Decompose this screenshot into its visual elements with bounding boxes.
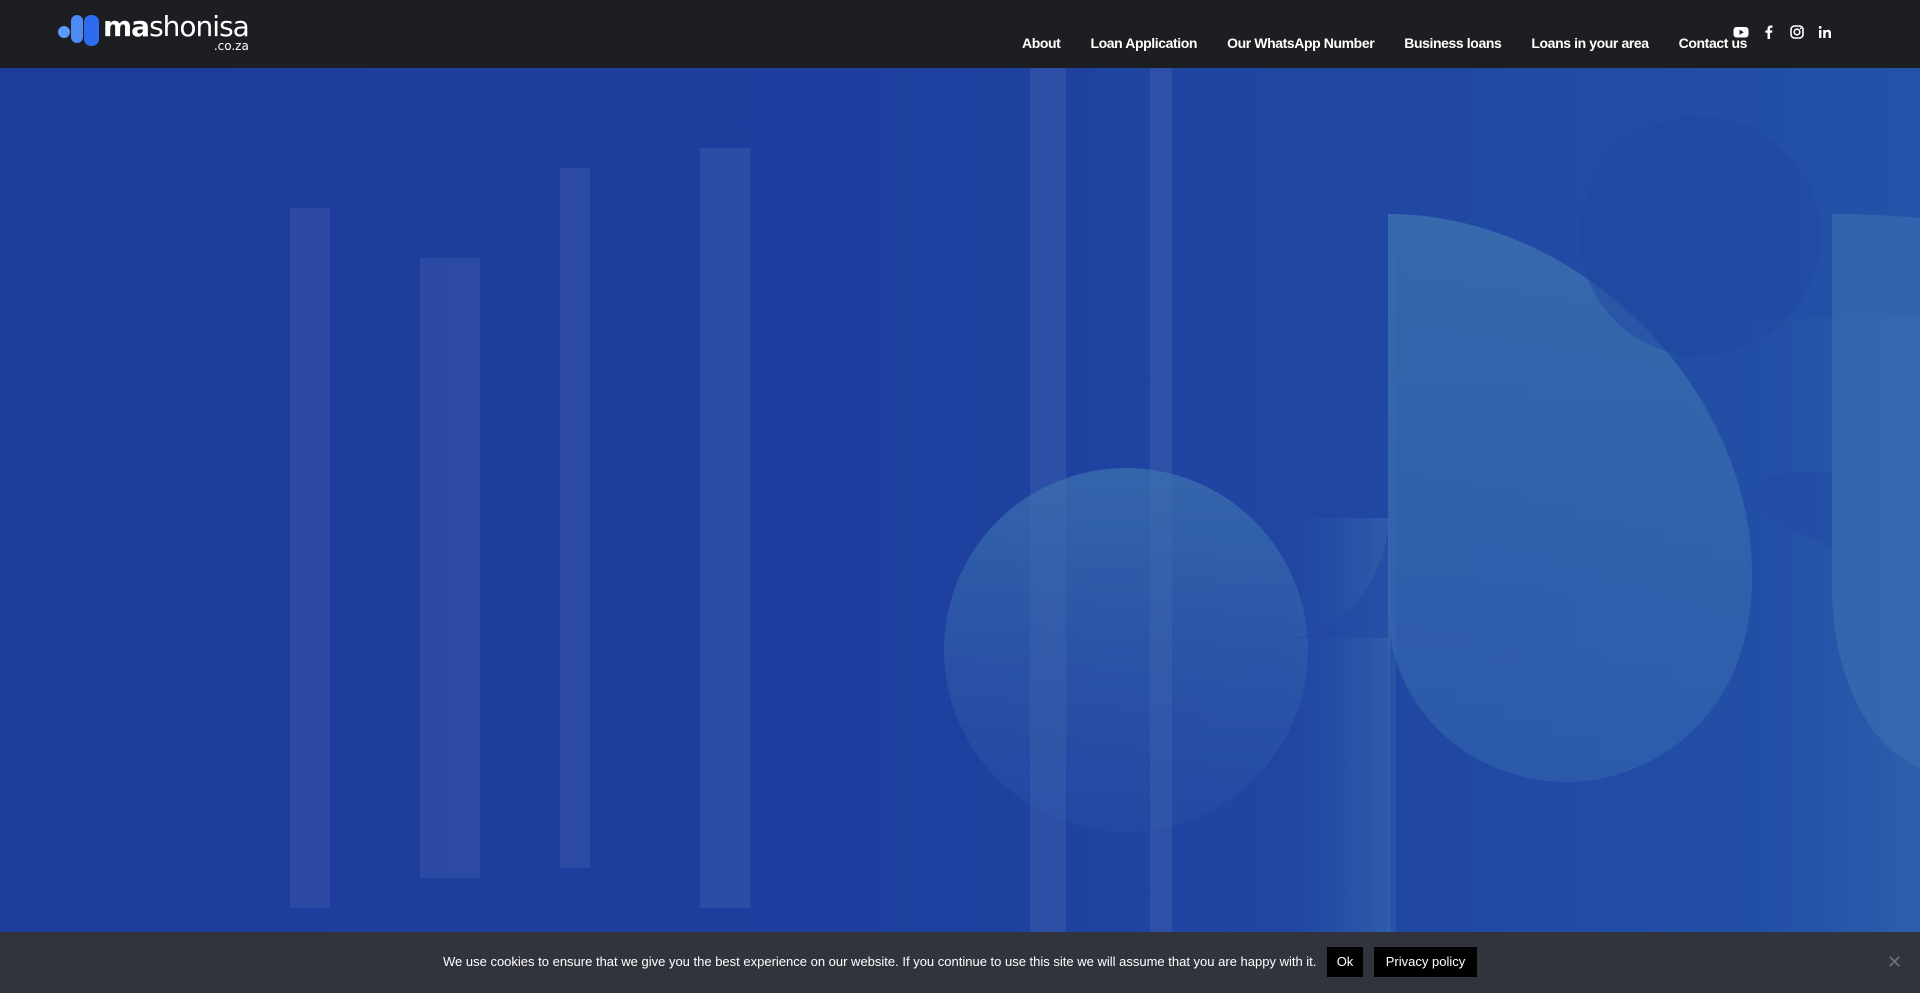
social-links [1733, 24, 1833, 40]
logo-text-bold: ma [103, 10, 150, 43]
hero-banner [0, 68, 1920, 932]
nav-whatsapp-number[interactable]: Our WhatsApp Number [1212, 33, 1389, 53]
nav-about[interactable]: About [1007, 33, 1075, 53]
youtube-icon[interactable] [1733, 24, 1749, 40]
cookie-ok-button[interactable]: Ok [1327, 947, 1363, 977]
close-icon[interactable]: ✕ [1886, 954, 1903, 972]
facebook-icon[interactable] [1761, 24, 1777, 40]
hero-decorative-shapes [290, 68, 1920, 932]
instagram-icon[interactable] [1789, 24, 1805, 40]
nav-business-loans[interactable]: Business loans [1389, 33, 1516, 53]
main-nav: About Loan Application Our WhatsApp Numb… [1007, 33, 1762, 53]
nav-loan-application[interactable]: Loan Application [1075, 33, 1212, 53]
site-header: mashonisa .co.za About Loan Application … [0, 0, 1920, 68]
site-logo[interactable]: mashonisa .co.za [58, 10, 250, 54]
nav-loans-in-your-area[interactable]: Loans in your area [1516, 33, 1663, 53]
logo-mark-icon [58, 14, 102, 50]
linkedin-icon[interactable] [1817, 24, 1833, 40]
cookie-notice-text: We use cookies to ensure that we give yo… [443, 954, 1317, 969]
logo-domain-suffix: .co.za [213, 39, 249, 53]
logo-wordmark: mashonisa .co.za [103, 10, 250, 54]
privacy-policy-button[interactable]: Privacy policy [1374, 947, 1477, 977]
cookie-notice-bar: We use cookies to ensure that we give yo… [0, 932, 1920, 993]
